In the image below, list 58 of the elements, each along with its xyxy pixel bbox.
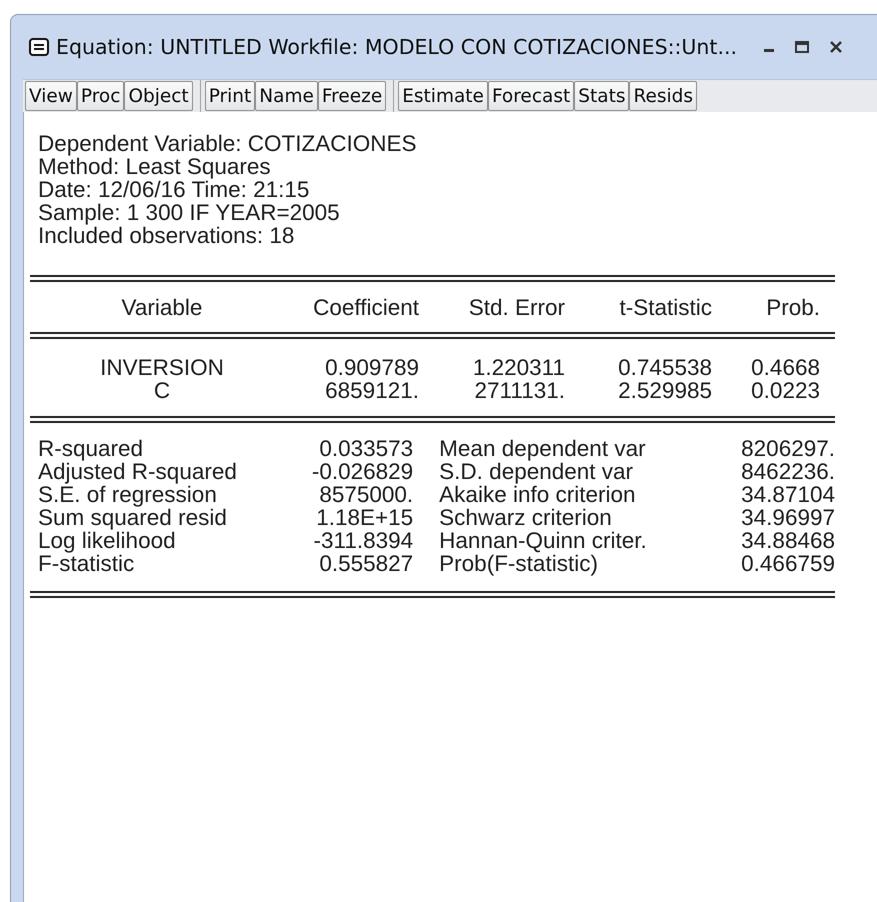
- table-cell-text: R-squared: [37, 437, 144, 460]
- column-header: Std. Error: [468, 296, 565, 319]
- table-cell-text: 8462236.: [740, 460, 836, 483]
- table-cell-text: 0.033573: [318, 437, 414, 460]
- toolbar-button[interactable]: Name: [255, 81, 318, 111]
- table-cell-text: Akaike info criterion: [438, 483, 637, 506]
- table-cell-text: 0.0223: [750, 379, 820, 402]
- toolbar-button[interactable]: Proc: [76, 81, 124, 111]
- table-cell-text: Schwarz criterion: [438, 506, 613, 529]
- window-title: Equation: UNTITLED Workfile: MODELO CON COTIZACIONES::Unt...: [56, 35, 737, 59]
- table-cell-text: 2.529985: [617, 379, 712, 402]
- header-line: Method: Least Squares: [38, 155, 272, 178]
- table-cell-text: Sum squared resid: [37, 506, 228, 529]
- table-cell-text: F-statistic: [37, 552, 136, 575]
- column-header: Coefficient: [312, 296, 419, 319]
- toolbar-button[interactable]: Object: [124, 81, 193, 111]
- toolbar-button[interactable]: Stats: [574, 81, 630, 111]
- table-cell-text: -311.8394: [312, 529, 414, 552]
- table-cell-text: 0.555827: [318, 552, 414, 575]
- table-cell-text: INVERSION: [99, 356, 225, 379]
- table-cell-text: 0.909789: [324, 356, 419, 379]
- column-header: Prob.: [765, 296, 820, 319]
- table-cell-text: 0.4668: [750, 356, 820, 379]
- table-cell-text: S.D. dependent var: [438, 460, 634, 483]
- column-header: t-Statistic: [618, 296, 712, 319]
- maximize-icon[interactable]: [795, 41, 809, 53]
- toolbar-button[interactable]: Print: [204, 81, 256, 111]
- header-line: Included observations: 18: [38, 224, 296, 247]
- table-cell-text: Hannan-Quinn criter.: [438, 529, 648, 552]
- table-cell-text: 8575000.: [318, 483, 414, 506]
- table-cell-text: 1.220311: [472, 356, 565, 379]
- column-header: Variable: [120, 296, 204, 319]
- table-cell-text: Log likelihood: [37, 529, 177, 552]
- toolbar-button[interactable]: Forecast: [488, 81, 574, 111]
- table-cell-text: 34.88468: [740, 529, 836, 552]
- header-line: Dependent Variable: COTIZACIONES: [38, 132, 418, 155]
- table-cell-text: 34.87104: [740, 483, 836, 506]
- table-cell-text: 6859121.: [324, 379, 419, 402]
- table-cell-text: C: [152, 379, 172, 402]
- table-cell-text: 2711131.: [473, 379, 565, 402]
- toolbar-button[interactable]: Resids: [629, 81, 698, 111]
- header-line: Date: 12/06/16 Time: 21:15: [38, 178, 310, 201]
- table-cell-text: S.E. of regression: [37, 483, 217, 506]
- table-cell-text: 1.18E+15: [315, 506, 414, 529]
- table-cell-text: 8206297.: [740, 437, 836, 460]
- table-cell-text: Prob(F-statistic): [438, 552, 599, 575]
- toolbar-button[interactable]: Estimate: [398, 81, 488, 111]
- header-line: Sample: 1 300 IF YEAR=2005: [38, 201, 341, 224]
- toolbar-button[interactable]: View: [25, 81, 77, 111]
- table-cell-text: 34.96997: [740, 506, 836, 529]
- close-icon[interactable]: [829, 41, 843, 53]
- table-cell-text: 0.466759: [740, 552, 836, 575]
- table-cell-text: -0.026829: [310, 460, 414, 483]
- toolbar-button[interactable]: Freeze: [318, 81, 386, 111]
- table-cell-text: Adjusted R-squared: [37, 460, 238, 483]
- menu-icon[interactable]: [29, 38, 49, 56]
- table-cell-text: 0.745538: [617, 356, 712, 379]
- table-cell-text: Mean dependent var: [438, 437, 647, 460]
